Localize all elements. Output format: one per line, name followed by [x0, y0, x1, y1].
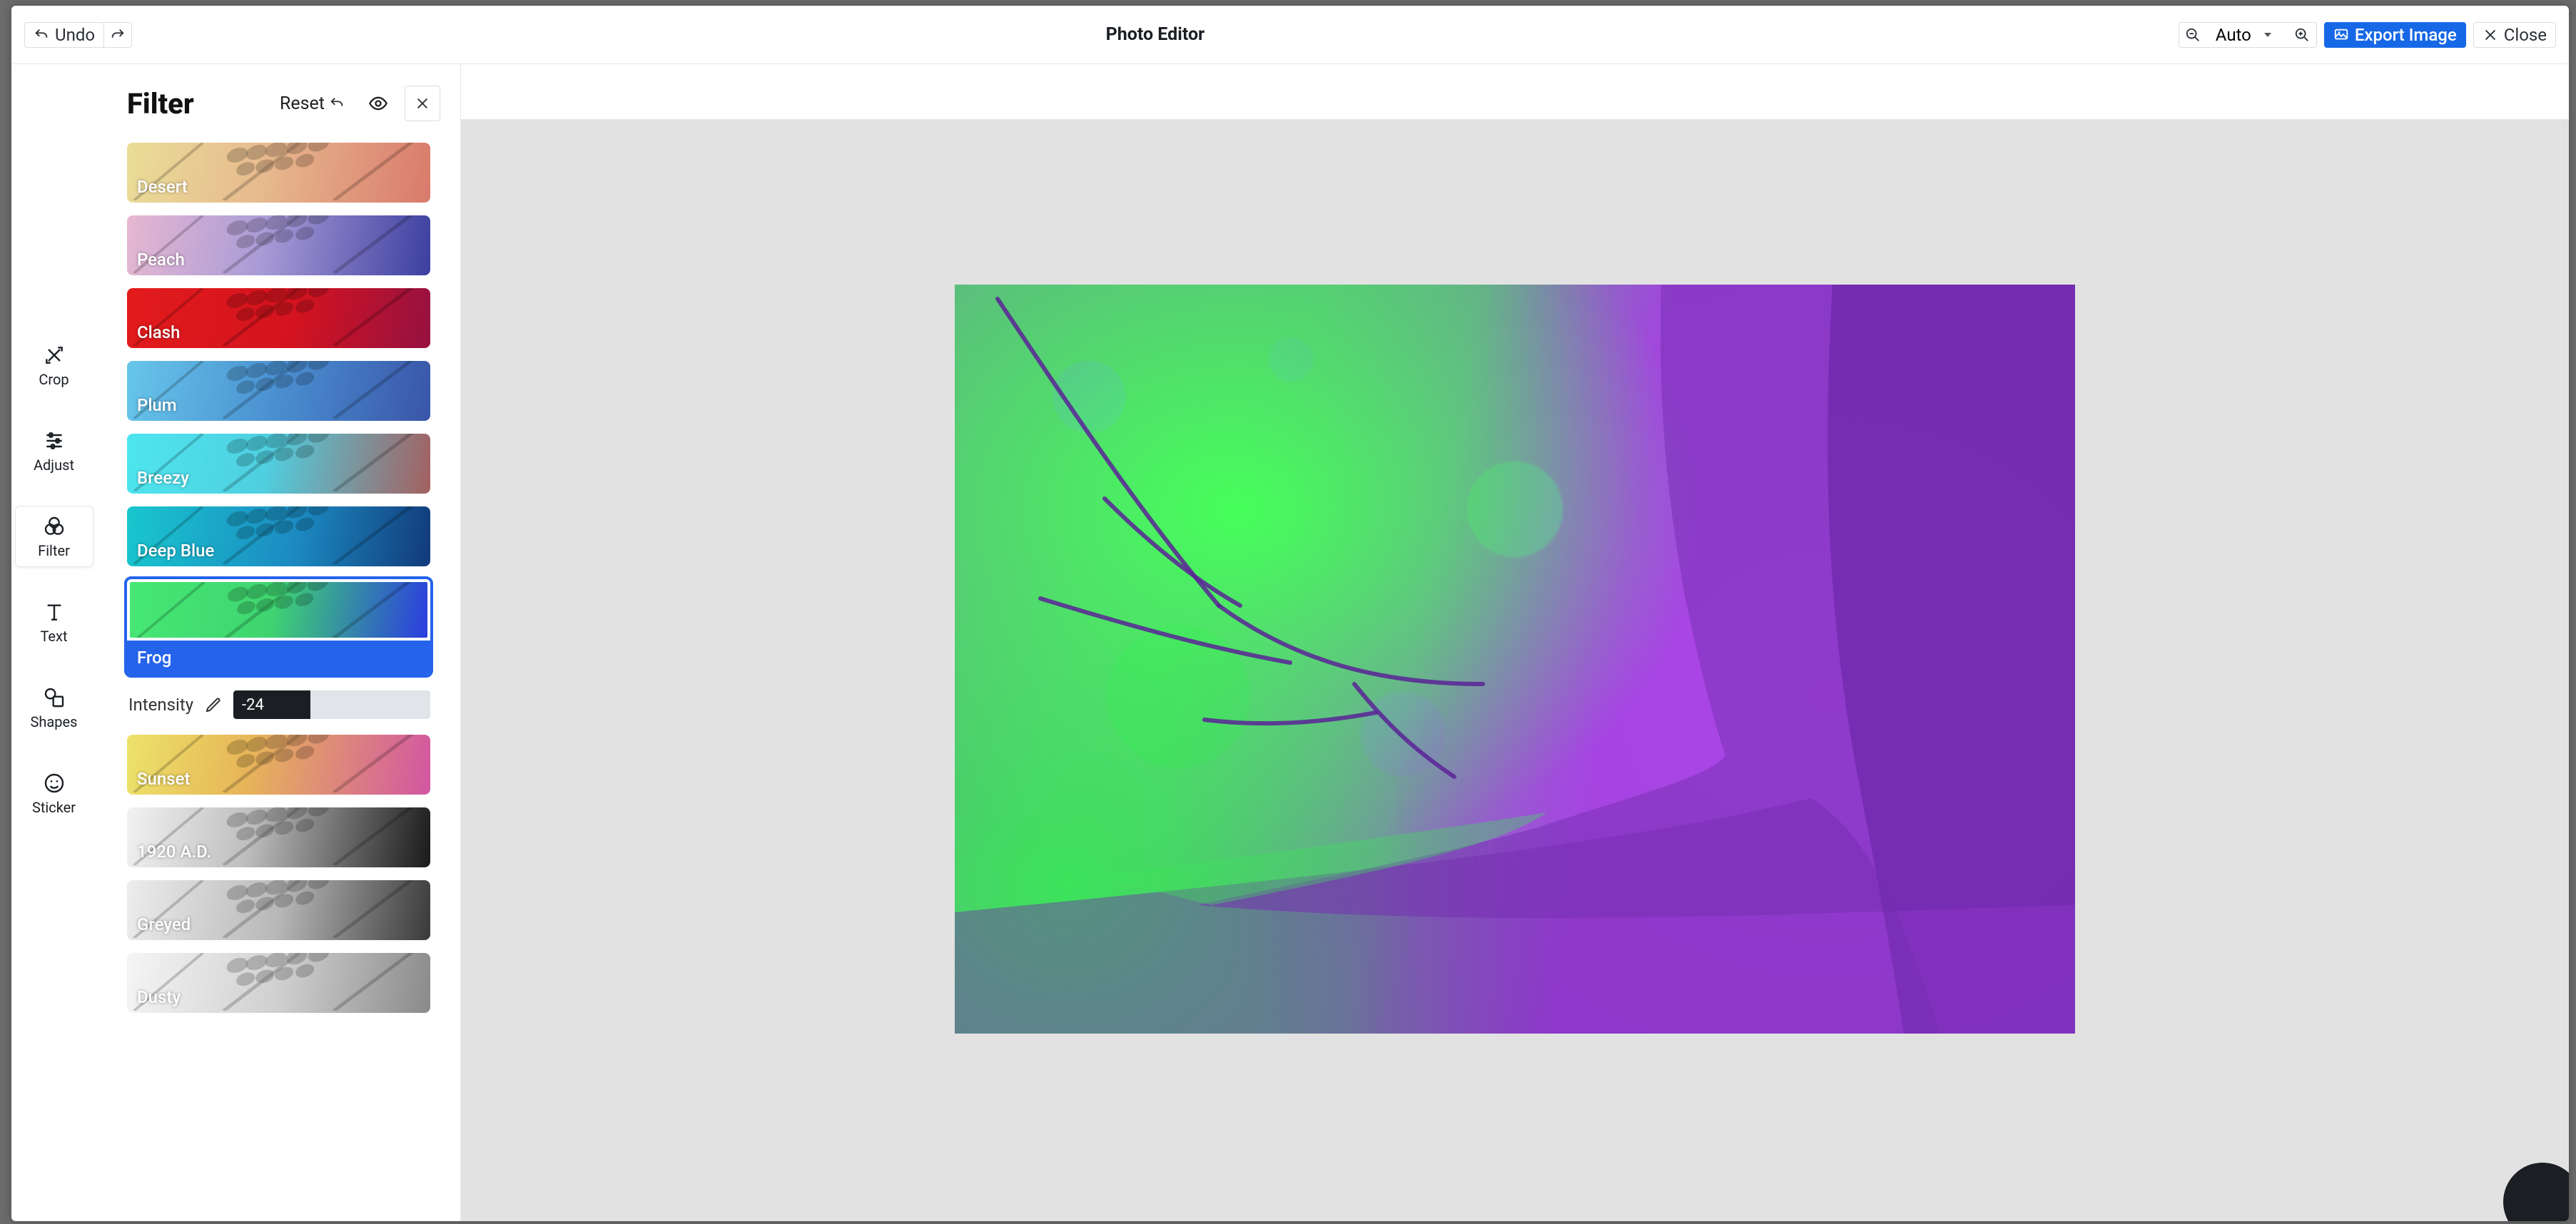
- tool-filter[interactable]: Filter: [16, 506, 93, 566]
- zoom-level-value: Auto: [2216, 25, 2251, 45]
- filter-panel-header: Filter Reset: [97, 64, 460, 143]
- tool-text-label: Text: [40, 628, 67, 645]
- filter-panel: Filter Reset Desert Peach Cl: [97, 64, 461, 1221]
- sliders-icon: [43, 429, 66, 452]
- chevron-down-icon: [2264, 33, 2271, 37]
- close-label: Close: [2504, 25, 2547, 45]
- filter-list[interactable]: Desert Peach Clash Plum Breezy Deep Blue…: [97, 143, 460, 1221]
- tool-rail: Crop Adjust Filter Text Shapes Sticker: [11, 64, 97, 1221]
- filter-card[interactable]: Greyed: [127, 880, 430, 940]
- intensity-label: Intensity: [128, 695, 193, 715]
- preview-toggle-button[interactable]: [360, 86, 396, 121]
- filter-card[interactable]: 1920 A.D.: [127, 807, 430, 867]
- zoom-group: Auto: [2179, 22, 2317, 48]
- shapes-icon: [43, 686, 66, 709]
- canvas-stage[interactable]: [461, 120, 2569, 1221]
- eye-icon: [368, 93, 388, 113]
- filter-card[interactable]: Deep Blue: [127, 506, 430, 566]
- intensity-row: Intensity -24: [127, 688, 430, 722]
- tool-crop[interactable]: Crop: [16, 335, 93, 395]
- zoom-in-icon: [2294, 27, 2310, 43]
- app-title: Photo Editor: [135, 24, 2176, 45]
- redo-icon: [110, 27, 126, 43]
- filter-card[interactable]: Dusty: [127, 953, 430, 1013]
- close-icon: [415, 96, 430, 111]
- filter-card[interactable]: Breezy: [127, 434, 430, 494]
- close-panel-button[interactable]: [405, 86, 440, 121]
- tool-shapes-label: Shapes: [31, 713, 78, 730]
- filter-thumb: [130, 582, 427, 638]
- undo-icon: [34, 27, 49, 43]
- tool-sticker-label: Sticker: [32, 799, 76, 816]
- filter-label: Clash: [137, 322, 180, 342]
- filter-label: Greyed: [137, 914, 191, 934]
- zoom-in-button[interactable]: [2288, 22, 2317, 48]
- tool-adjust[interactable]: Adjust: [16, 421, 93, 481]
- zoom-out-button[interactable]: [2179, 22, 2207, 48]
- undo-redo-group: Undo: [24, 22, 132, 48]
- filter-panel-title: Filter: [127, 87, 264, 121]
- reset-button[interactable]: Reset: [273, 89, 352, 118]
- tree-art: [955, 285, 2075, 1034]
- text-icon: [43, 601, 66, 623]
- filter-card[interactable]: Clash: [127, 288, 430, 348]
- close-button[interactable]: Close: [2473, 22, 2556, 48]
- topbar: Undo Photo Editor Auto: [11, 6, 2569, 64]
- zoom-level-select[interactable]: Auto: [2207, 22, 2288, 48]
- crop-icon: [43, 344, 66, 367]
- filter-label: 1920 A.D.: [137, 842, 211, 862]
- filter-label: Frog: [127, 641, 430, 675]
- export-image-label: Export Image: [2355, 25, 2457, 45]
- close-icon: [2483, 27, 2498, 43]
- filter-card[interactable]: Plum: [127, 361, 430, 421]
- export-image-button[interactable]: Export Image: [2324, 22, 2466, 48]
- filter-card[interactable]: Sunset: [127, 735, 430, 795]
- canvas-image[interactable]: [955, 285, 2075, 1034]
- tool-filter-label: Filter: [38, 542, 70, 559]
- filter-card-selected[interactable]: Frog: [127, 579, 430, 675]
- tool-shapes[interactable]: Shapes: [16, 678, 93, 738]
- filter-label: Breezy: [137, 468, 189, 488]
- redo-button[interactable]: [103, 22, 132, 48]
- intensity-value: -24: [233, 690, 310, 719]
- filter-label: Deep Blue: [137, 541, 214, 561]
- edit-icon[interactable]: [205, 696, 222, 713]
- export-icon: [2333, 27, 2349, 43]
- editor-body: Crop Adjust Filter Text Shapes Sticker: [11, 64, 2569, 1221]
- filter-label: Desert: [137, 177, 188, 197]
- filter-icon: [43, 515, 66, 538]
- reset-label: Reset: [280, 93, 325, 114]
- filter-label: Peach: [137, 250, 185, 270]
- undo-button[interactable]: Undo: [24, 22, 103, 48]
- filter-label: Sunset: [137, 769, 190, 789]
- tool-text[interactable]: Text: [16, 592, 93, 652]
- sticker-icon: [43, 772, 66, 795]
- tool-sticker[interactable]: Sticker: [16, 763, 93, 823]
- intensity-slider[interactable]: -24: [233, 690, 430, 719]
- tool-adjust-label: Adjust: [34, 457, 74, 474]
- topbar-right: Auto Export Image Close: [2179, 22, 2556, 48]
- reset-icon: [329, 96, 345, 111]
- app-window: Undo Photo Editor Auto: [11, 6, 2569, 1221]
- undo-label: Undo: [55, 25, 95, 45]
- zoom-out-icon: [2185, 27, 2201, 43]
- canvas-topstrip: [461, 64, 2569, 120]
- filter-card[interactable]: Peach: [127, 215, 430, 275]
- filter-card[interactable]: Desert: [127, 143, 430, 203]
- filter-label: Dusty: [137, 987, 181, 1007]
- canvas-area: [461, 64, 2569, 1221]
- filter-label: Plum: [137, 395, 177, 415]
- tool-crop-label: Crop: [39, 371, 69, 388]
